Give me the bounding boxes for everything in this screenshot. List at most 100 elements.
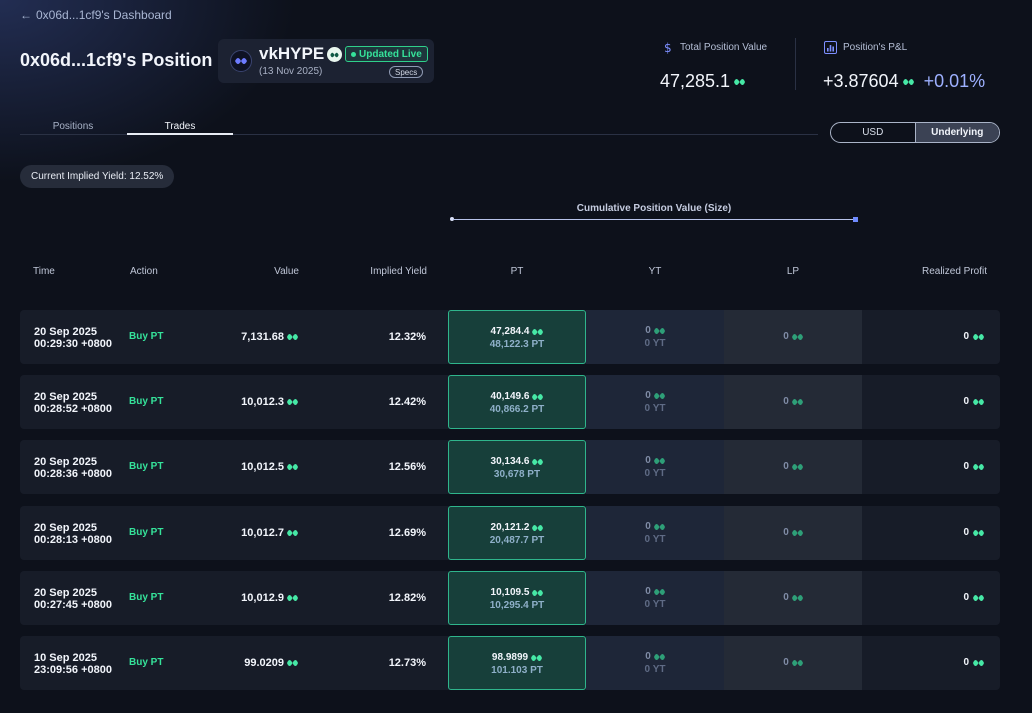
trade-implied-yield: 12.69% [388,527,426,539]
yt-amount: 0 YT [644,338,666,349]
toggle-usd[interactable]: USD [831,123,916,142]
yt-value-text: 0 [645,455,651,466]
lp-value-text: 0 [783,396,789,407]
hype-token-icon [973,659,984,666]
unit-toggle: USD Underlying [830,122,1000,143]
pt-amount: 30,678 PT [493,469,541,480]
total-position-value-label: $ Total Position Value [662,41,767,54]
trade-date: 10 Sep 2025 [34,652,97,664]
hype-token-icon [734,78,746,85]
pt-amount: 101.103 PT [491,665,543,676]
trade-implied-yield: 12.56% [388,461,426,473]
column-header-time: Time [33,266,55,277]
trade-time: 00:29:30 +0800 [34,338,112,350]
pt-cell: 20,121.2 20,487.7 PT [448,506,586,560]
lp-cell: 0 [724,571,862,625]
pt-value-text: 20,121.2 [490,522,530,533]
toggle-underlying[interactable]: Underlying [915,123,999,142]
lp-cell: 0 [724,310,862,364]
column-header-yt: YT [648,266,662,277]
total-label-text: Total Position Value [680,42,768,53]
hype-token-icon [791,529,803,536]
realized-profit-text: 0 [963,396,969,407]
pt-value: 40,149.6 [449,391,585,402]
table-row[interactable]: 20 Sep 2025 00:28:13 +0800 Buy PT 10,012.7 1… [20,506,1000,560]
hype-token-icon [532,589,544,596]
yt-value: 0 [586,586,724,597]
stats-divider [795,38,796,90]
cumulative-line-end [853,217,858,222]
table-row[interactable]: 20 Sep 2025 00:28:36 +0800 Buy PT 10,012.5 1… [20,440,1000,494]
specs-button[interactable]: Specs [389,66,424,78]
trade-action: Buy PT [129,657,164,668]
yt-cell: 0 0 YT [586,506,724,560]
back-link-label: 0x06d...1cf9's Dashboard [36,8,172,22]
yt-value-text: 0 [645,651,651,662]
hype-token-icon [791,463,803,470]
lp-value-text: 0 [783,527,789,538]
hype-token-icon [653,457,665,464]
trade-value-text: 10,012.5 [241,461,284,473]
realized-profit: 0 [963,331,984,342]
column-header-implied-yield: Implied Yield [370,266,427,277]
realized-profit-text: 0 [963,461,969,472]
yt-amount: 0 YT [644,664,666,675]
yt-value-text: 0 [645,325,651,336]
lp-value: 0 [724,396,862,407]
hype-token-icon [902,78,914,85]
tab-trades[interactable]: Trades [127,121,233,132]
yt-amount: 0 YT [644,468,666,479]
table-row[interactable]: 20 Sep 2025 00:27:45 +0800 Buy PT 10,012.9 1… [20,571,1000,625]
bar-chart-icon [824,41,837,54]
hype-token-icon [287,464,298,470]
realized-profit: 0 [963,396,984,407]
realized-profit: 0 [963,527,984,538]
trade-value: 10,012.5 [241,461,298,473]
yt-cell: 0 0 YT [586,571,724,625]
column-header-pt: PT [510,266,524,277]
table-row[interactable]: 20 Sep 2025 00:28:52 +0800 Buy PT 10,012.3 1… [20,375,1000,429]
hype-token-icon [973,594,984,601]
hype-token-icon [653,653,665,660]
hype-token-icon [287,334,298,340]
trade-value: 10,012.9 [241,592,298,604]
hype-token-icon [532,458,544,465]
realized-profit: 0 [963,657,984,668]
hype-token-icon [287,530,298,536]
hype-token-icon [653,588,665,595]
column-header-action: Action [130,266,158,277]
cumulative-position-label: Cumulative Position Value (Size) [576,203,732,214]
trade-value: 99.0209 [244,657,298,669]
trade-value: 10,012.7 [241,527,298,539]
pt-value: 20,121.2 [449,522,585,533]
hype-token-icon [287,399,298,405]
trade-date: 20 Sep 2025 [34,587,97,599]
pt-value: 98.9899 [449,652,585,663]
trade-value-text: 10,012.7 [241,527,284,539]
pt-value-text: 10,109.5 [490,587,530,598]
trade-value-text: 10,012.3 [241,396,284,408]
position-pnl-value: +3.87604 +0.01% [823,71,985,92]
trade-time: 00:28:36 +0800 [34,468,112,480]
table-row[interactable]: 10 Sep 2025 23:09:56 +0800 Buy PT 99.0209 12… [20,636,1000,690]
yt-cell: 0 0 YT [586,636,724,690]
lp-value-text: 0 [783,461,789,472]
tab-positions[interactable]: Positions [20,121,126,132]
pt-amount: 40,866.2 PT [489,404,545,415]
trade-value-text: 99.0209 [244,657,284,669]
pt-cell: 40,149.6 40,866.2 PT [448,375,586,429]
current-implied-yield-badge: Current Implied Yield: 12.52% [20,165,175,188]
table-row[interactable]: 20 Sep 2025 00:29:30 +0800 Buy PT 7,131.68 1… [20,310,1000,364]
trade-time: 00:27:45 +0800 [34,599,112,611]
trade-implied-yield: 12.82% [388,592,426,604]
back-to-dashboard-link[interactable]: ← 0x06d...1cf9's Dashboard [20,8,172,22]
trade-action: Buy PT [129,331,164,342]
updated-live-badge: Updated Live [345,46,428,62]
vkhype-logo-icon [230,50,252,72]
pt-cell: 10,109.5 10,295.4 PT [448,571,586,625]
yt-value-text: 0 [645,586,651,597]
pt-cell: 30,134.6 30,678 PT [448,440,586,494]
yt-cell: 0 0 YT [586,310,724,364]
hype-token-icon [532,328,544,335]
pnl-label-text: Position's P&L [843,42,908,53]
